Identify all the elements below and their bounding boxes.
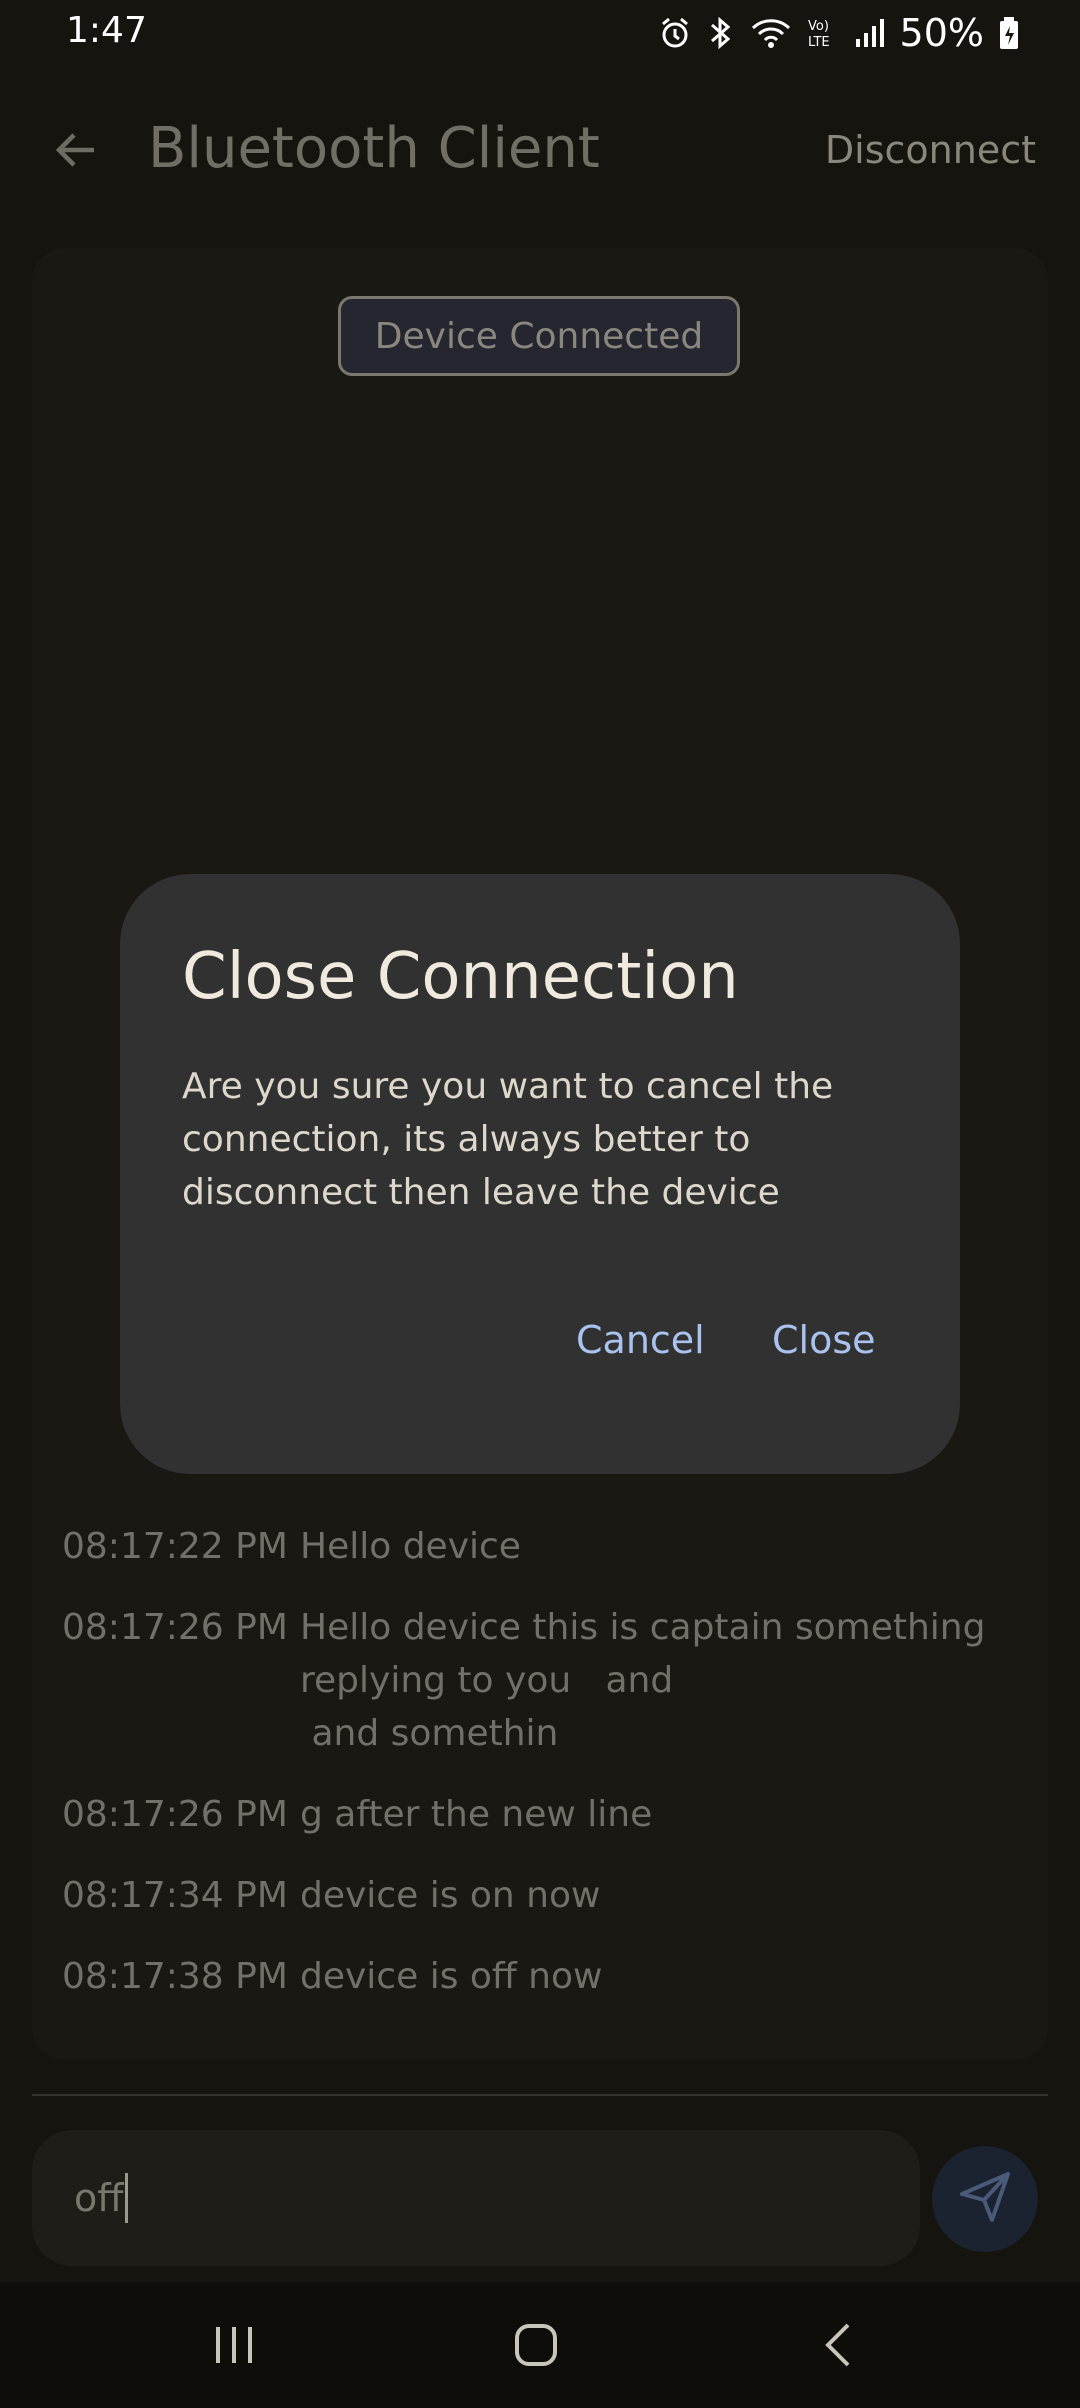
volte-icon: Vo) LTE bbox=[806, 16, 840, 50]
svg-text:LTE: LTE bbox=[808, 35, 830, 50]
message-text: Hello device bbox=[300, 1526, 521, 1567]
message-time: 08:17:26 PM bbox=[62, 1607, 288, 1648]
message-time: 08:17:22 PM bbox=[62, 1526, 288, 1567]
home-icon bbox=[514, 2323, 558, 2371]
recents-icon bbox=[212, 2323, 256, 2371]
message-input-value: off bbox=[74, 2176, 124, 2220]
status-icons: Vo) LTE 50% bbox=[658, 10, 1020, 56]
disconnect-button[interactable]: Disconnect bbox=[825, 128, 1036, 172]
back-button[interactable] bbox=[48, 124, 104, 180]
message-list: 08:17:22 PM Hello device 08:17:26 PM Hel… bbox=[62, 1520, 1042, 2031]
message-row: 08:17:38 PM device is off now bbox=[62, 1950, 1042, 2003]
message-text: g after the new line bbox=[300, 1794, 653, 1835]
message-row: 08:17:34 PM device is on now bbox=[62, 1869, 1042, 1922]
app-bar: Bluetooth Client Disconnect bbox=[0, 90, 1080, 210]
close-button[interactable]: Close bbox=[772, 1318, 876, 1362]
message-time: 08:17:34 PM bbox=[62, 1875, 288, 1916]
dialog-message: Are you sure you want to cancel the conn… bbox=[182, 1066, 834, 1213]
message-input[interactable]: off bbox=[32, 2130, 920, 2266]
battery-percent: 50% bbox=[899, 11, 984, 55]
home-button[interactable] bbox=[496, 2312, 576, 2382]
signal-icon bbox=[854, 17, 886, 49]
message-row: 08:17:22 PM Hello device bbox=[62, 1520, 1042, 1573]
wifi-icon bbox=[750, 16, 792, 50]
status-bar: 1:47 Vo) LTE 50% bbox=[0, 0, 1080, 70]
recents-button[interactable] bbox=[194, 2312, 274, 2382]
send-button[interactable] bbox=[932, 2146, 1038, 2252]
message-row: 08:17:26 PM g after the new line bbox=[62, 1788, 1042, 1841]
back-arrow-icon bbox=[52, 126, 100, 178]
close-connection-dialog: Close Connection Are you sure you want t… bbox=[120, 874, 960, 1474]
message-time: 08:17:38 PM bbox=[62, 1956, 288, 1997]
status-time: 1:47 bbox=[66, 10, 147, 51]
dialog-title: Close Connection bbox=[182, 940, 739, 1014]
alarm-icon bbox=[658, 16, 692, 50]
text-caret bbox=[125, 2173, 129, 2223]
nav-back-icon bbox=[818, 2321, 862, 2373]
app-title: Bluetooth Client bbox=[148, 116, 600, 181]
message-row: 08:17:26 PM Hello device this is captain… bbox=[62, 1601, 1042, 1760]
divider bbox=[32, 2094, 1048, 2096]
message-text: device is off now bbox=[300, 1956, 603, 1997]
send-icon bbox=[956, 2168, 1014, 2230]
message-text: device is on now bbox=[300, 1875, 601, 1916]
cancel-button[interactable]: Cancel bbox=[576, 1318, 705, 1362]
system-nav-bar bbox=[0, 2282, 1080, 2408]
message-time: 08:17:26 PM bbox=[62, 1794, 288, 1835]
message-text: Hello device this is captain something r… bbox=[300, 1607, 986, 1754]
bluetooth-icon bbox=[706, 15, 736, 51]
battery-icon bbox=[998, 16, 1020, 50]
nav-back-button[interactable] bbox=[800, 2312, 880, 2382]
svg-text:Vo): Vo) bbox=[808, 19, 829, 34]
connection-status-badge: Device Connected bbox=[338, 296, 740, 376]
